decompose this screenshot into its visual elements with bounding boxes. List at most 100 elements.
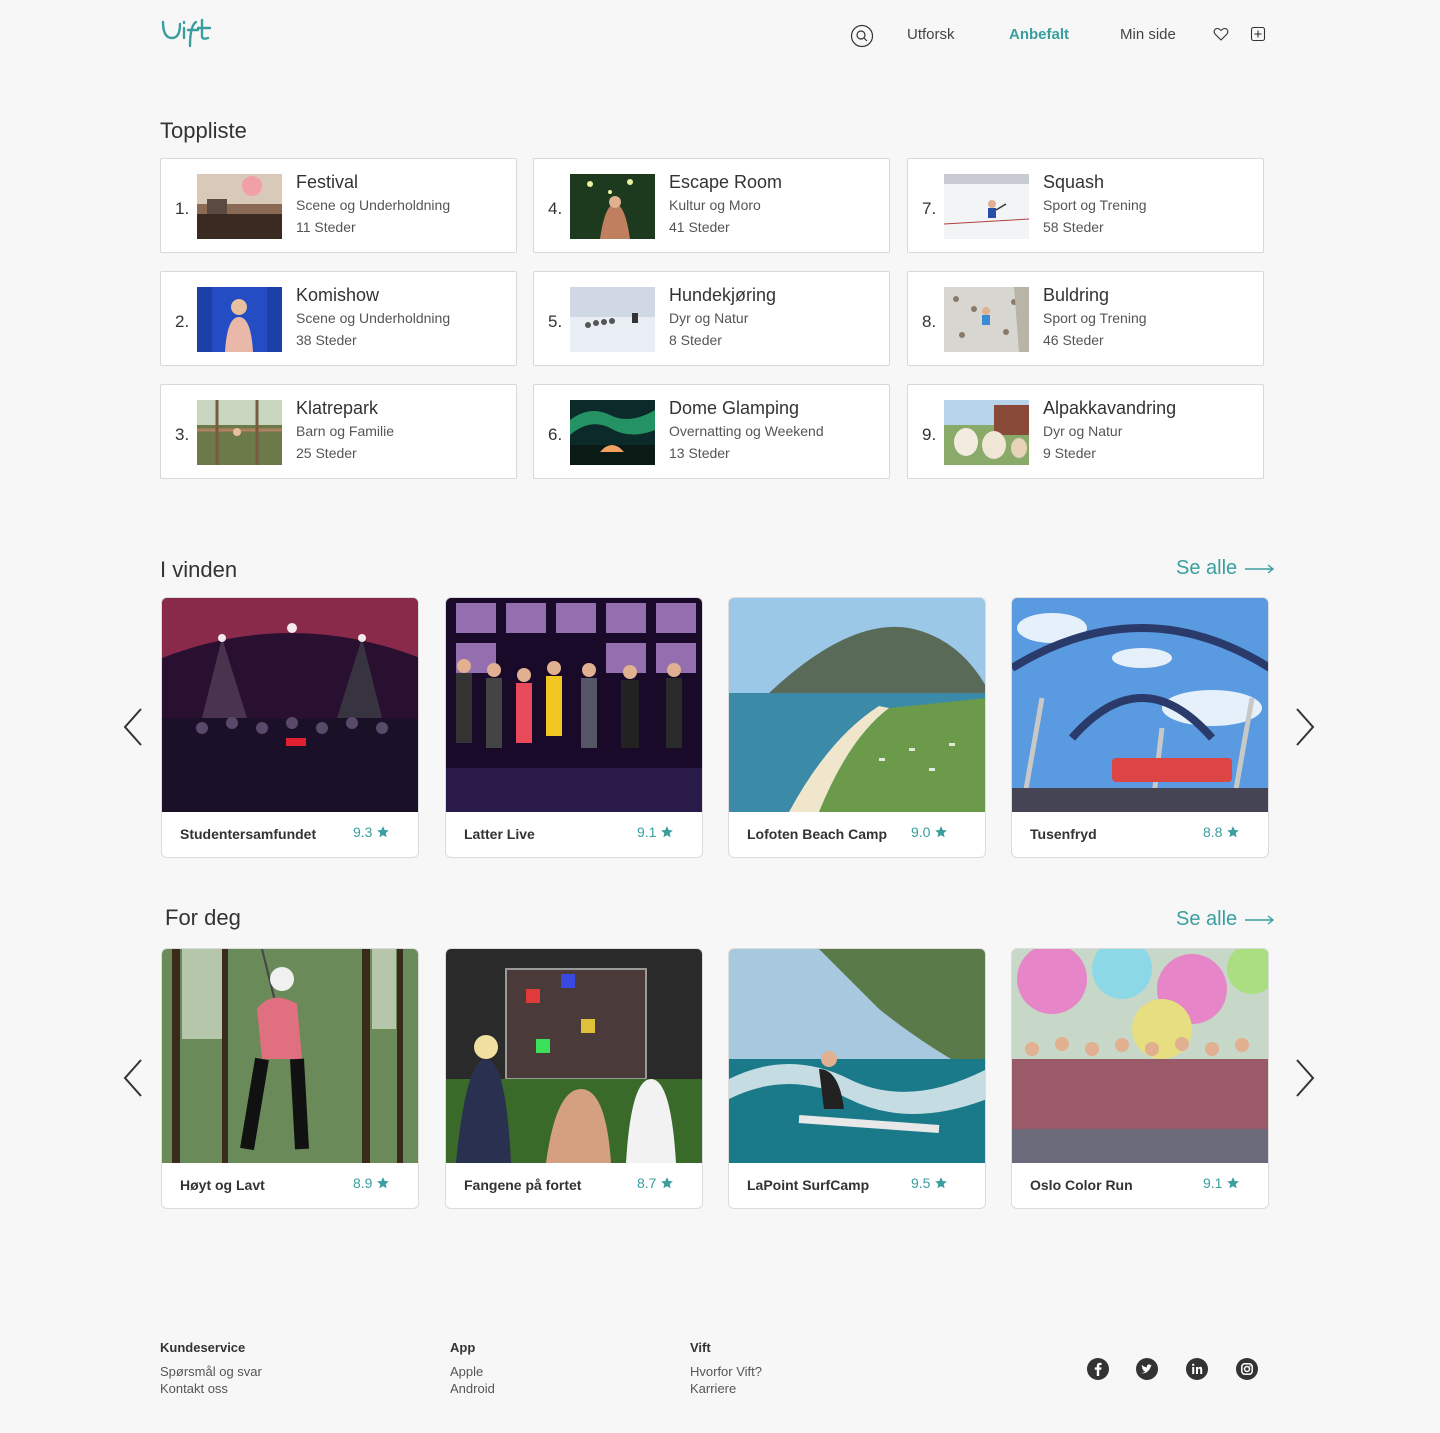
star-icon [661, 1177, 674, 1189]
activity-card[interactable]: Høyt og Lavt 8.9 [161, 948, 419, 1209]
toplist-card[interactable]: 4. Escape Room Kultur og Moro 41 Steder [533, 158, 890, 253]
toplist-count: 38 Steder [296, 332, 357, 348]
toplist-title: Toppliste [160, 118, 247, 143]
for-you-title: For deg [165, 905, 241, 930]
toplist-category: Sport og Trening [1043, 197, 1147, 213]
for-you-see-all-link[interactable]: Se alle [1176, 908, 1275, 931]
star-icon [661, 826, 674, 838]
toplist-title: Festival [296, 172, 359, 192]
activity-rating: 8.8 [1203, 824, 1240, 840]
activity-name: Oslo Color Run [1030, 1177, 1133, 1193]
rating-value: 9.0 [911, 824, 931, 840]
add-icon[interactable] [1250, 26, 1266, 42]
activity-image [446, 949, 702, 1163]
squash-thumbnail [944, 174, 1029, 239]
arrow-right-icon [1245, 914, 1275, 925]
toplist-rank: 4. [548, 199, 563, 218]
vift-logo[interactable] [160, 16, 218, 54]
search-icon[interactable] [850, 24, 874, 48]
heart-icon[interactable] [1213, 26, 1229, 42]
footer-link-apple[interactable]: Apple [450, 1363, 495, 1380]
for-you-next-arrow-icon[interactable] [1294, 1058, 1316, 1098]
dome-glamping-thumbnail [570, 400, 655, 465]
nav-recommended[interactable]: Anbefalt [1009, 26, 1069, 43]
toplist-card[interactable]: 7. Squash Sport og Trening 58 Steder [907, 158, 1264, 253]
star-icon [1227, 1177, 1240, 1189]
for-you-prev-arrow-icon[interactable] [122, 1058, 144, 1098]
activity-image [446, 598, 702, 812]
footer-link-why-vift[interactable]: Hvorfor Vift? [690, 1363, 762, 1380]
toplist-count: 8 Steder [669, 332, 722, 348]
instagram-icon[interactable] [1235, 1357, 1259, 1381]
escape-room-thumbnail [570, 174, 655, 239]
facebook-icon[interactable] [1086, 1357, 1110, 1381]
activity-rating: 8.9 [353, 1175, 390, 1191]
activity-rating: 9.3 [353, 824, 390, 840]
arrow-right-icon [1245, 563, 1275, 574]
see-all-label: Se alle [1176, 557, 1238, 579]
climbing-park-thumbnail [197, 400, 282, 465]
toplist-card[interactable]: 3. Klatrepark Barn og Familie 25 Steder [160, 384, 517, 479]
alpaca-thumbnail [944, 400, 1029, 465]
footer-link-contact[interactable]: Kontakt oss [160, 1380, 262, 1397]
activity-card[interactable]: Tusenfryd 8.8 [1011, 597, 1269, 858]
toplist-rank: 8. [922, 312, 937, 331]
star-icon [935, 826, 948, 838]
trending-see-all-link[interactable]: Se alle [1176, 557, 1275, 580]
toplist-rank: 3. [175, 425, 190, 444]
toplist-rank: 5. [548, 312, 563, 331]
toplist-card[interactable]: 1. Festival Scene og Underholdning 11 Stede… [160, 158, 517, 253]
activity-card[interactable]: Fangene på fortet 8.7 [445, 948, 703, 1209]
toplist-rank: 1. [175, 199, 190, 218]
toplist-title: Escape Room [669, 172, 783, 192]
nav-explore[interactable]: Utforsk [907, 26, 955, 43]
toplist-title: Klatrepark [296, 398, 379, 418]
linkedin-icon[interactable] [1185, 1357, 1209, 1381]
toplist-card[interactable]: 5. Hundekjøring Dyr og Natur 8 Steder [533, 271, 890, 366]
toplist-card[interactable]: 2. Komishow Scene og Underholdning 38 Stede… [160, 271, 517, 366]
trending-prev-arrow-icon[interactable] [122, 707, 144, 747]
see-all-label: Se alle [1176, 908, 1238, 930]
activity-card[interactable]: Oslo Color Run 9.1 [1011, 948, 1269, 1209]
toplist-count: 25 Steder [296, 445, 357, 461]
footer-heading: App [450, 1340, 476, 1355]
trending-next-arrow-icon[interactable] [1294, 707, 1316, 747]
bouldering-thumbnail [944, 287, 1029, 352]
star-icon [1227, 826, 1240, 838]
activity-card[interactable]: LaPoint SurfCamp 9.5 [728, 948, 986, 1209]
toplist-card[interactable]: 6. Dome Glamping Overnatting og Weekend 13 … [533, 384, 890, 479]
toplist-rank: 6. [548, 425, 563, 444]
footer-link-android[interactable]: Android [450, 1380, 495, 1397]
activity-image [162, 598, 418, 812]
activity-card[interactable]: Lofoten Beach Camp 9.0 [728, 597, 986, 858]
toplist-rank: 2. [175, 312, 190, 331]
toplist-title: Hundekjøring [669, 285, 777, 305]
rating-value: 8.7 [637, 1175, 657, 1191]
rating-value: 8.8 [1203, 824, 1223, 840]
nav-my-page[interactable]: Min side [1120, 26, 1176, 43]
toplist-category: Kultur og Moro [669, 197, 761, 213]
activity-rating: 9.1 [1203, 1175, 1240, 1191]
toplist-card[interactable]: 9. Alpakkavandring Dyr og Natur 9 Steder [907, 384, 1264, 479]
activity-card[interactable]: Studentersamfundet 9.3 [161, 597, 419, 858]
toplist-title: Komishow [296, 285, 380, 305]
activity-rating: 9.0 [911, 824, 948, 840]
activity-name: Fangene på fortet [464, 1177, 582, 1193]
toplist-card[interactable]: 8. Buldring Sport og Trening 46 Steder [907, 271, 1264, 366]
rating-value: 9.1 [1203, 1175, 1223, 1191]
toplist-count: 41 Steder [669, 219, 730, 235]
footer-heading: Kundeservice [160, 1340, 246, 1355]
dog-sledding-thumbnail [570, 287, 655, 352]
toplist-category: Dyr og Natur [669, 310, 749, 326]
toplist-title: Alpakkavandring [1043, 398, 1177, 418]
activity-name: Lofoten Beach Camp [747, 826, 888, 842]
activity-rating: 8.7 [637, 1175, 674, 1191]
activity-card[interactable]: Latter Live 9.1 [445, 597, 703, 858]
footer-link-faq[interactable]: Spørsmål og svar [160, 1363, 262, 1380]
footer-link-careers[interactable]: Karriere [690, 1380, 762, 1397]
activity-name: Høyt og Lavt [180, 1177, 265, 1193]
activity-rating: 9.5 [911, 1175, 948, 1191]
twitter-icon[interactable] [1135, 1357, 1159, 1381]
activity-image [729, 598, 985, 812]
star-icon [935, 1177, 948, 1189]
